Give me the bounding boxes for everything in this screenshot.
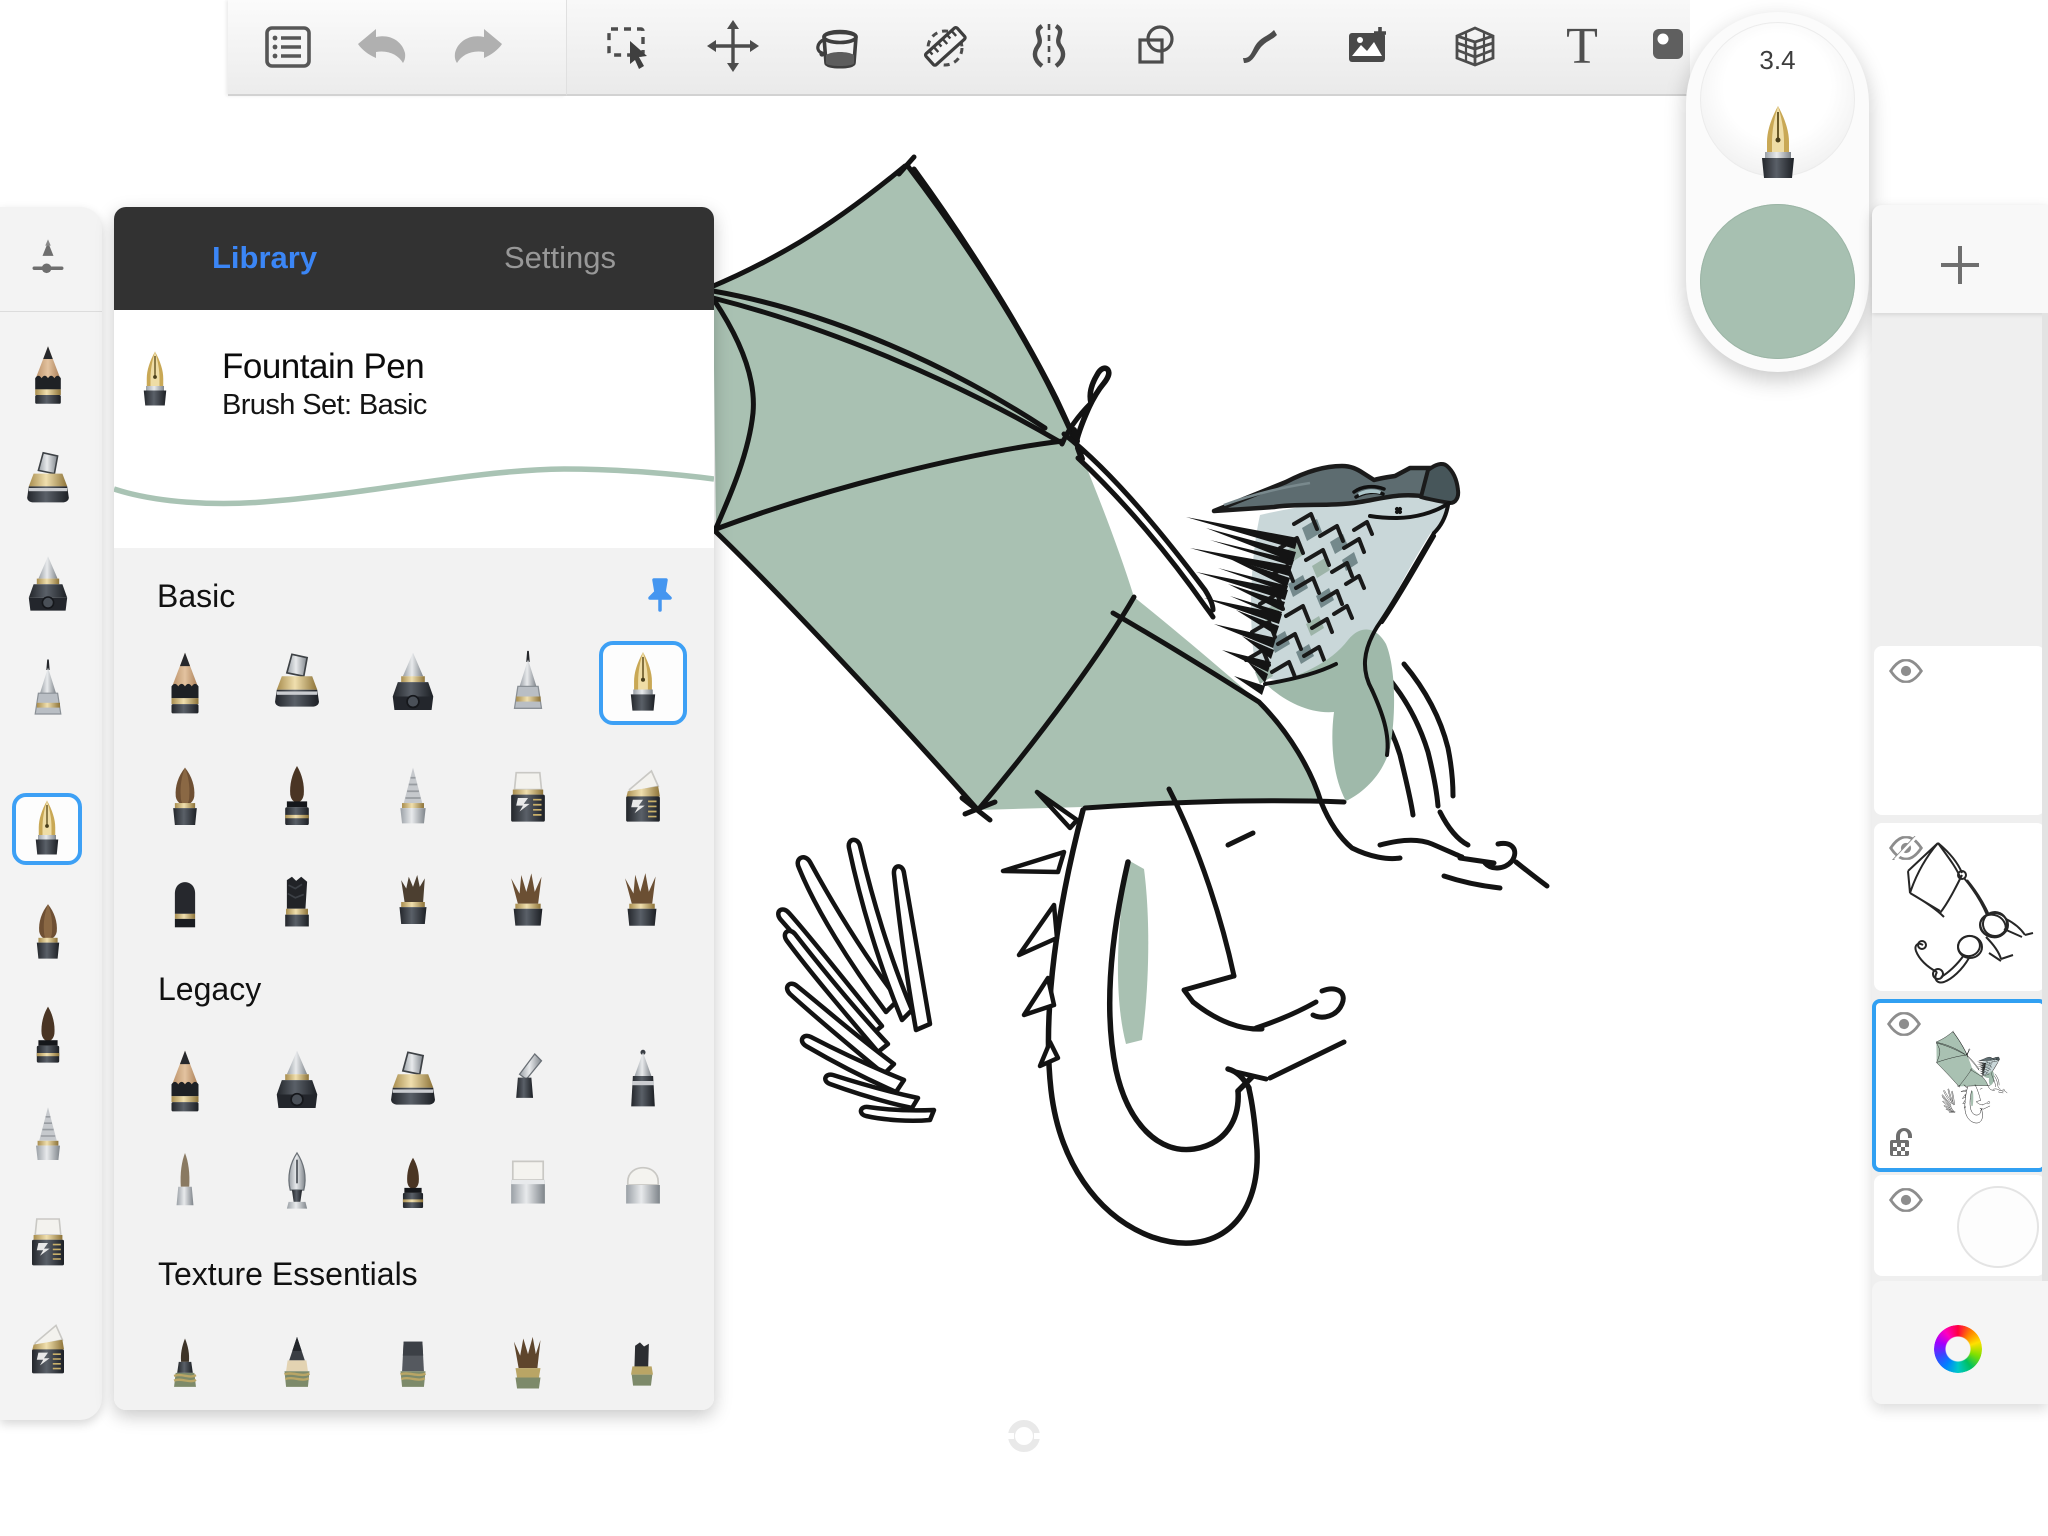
- svg-text:T: T: [1566, 18, 1598, 75]
